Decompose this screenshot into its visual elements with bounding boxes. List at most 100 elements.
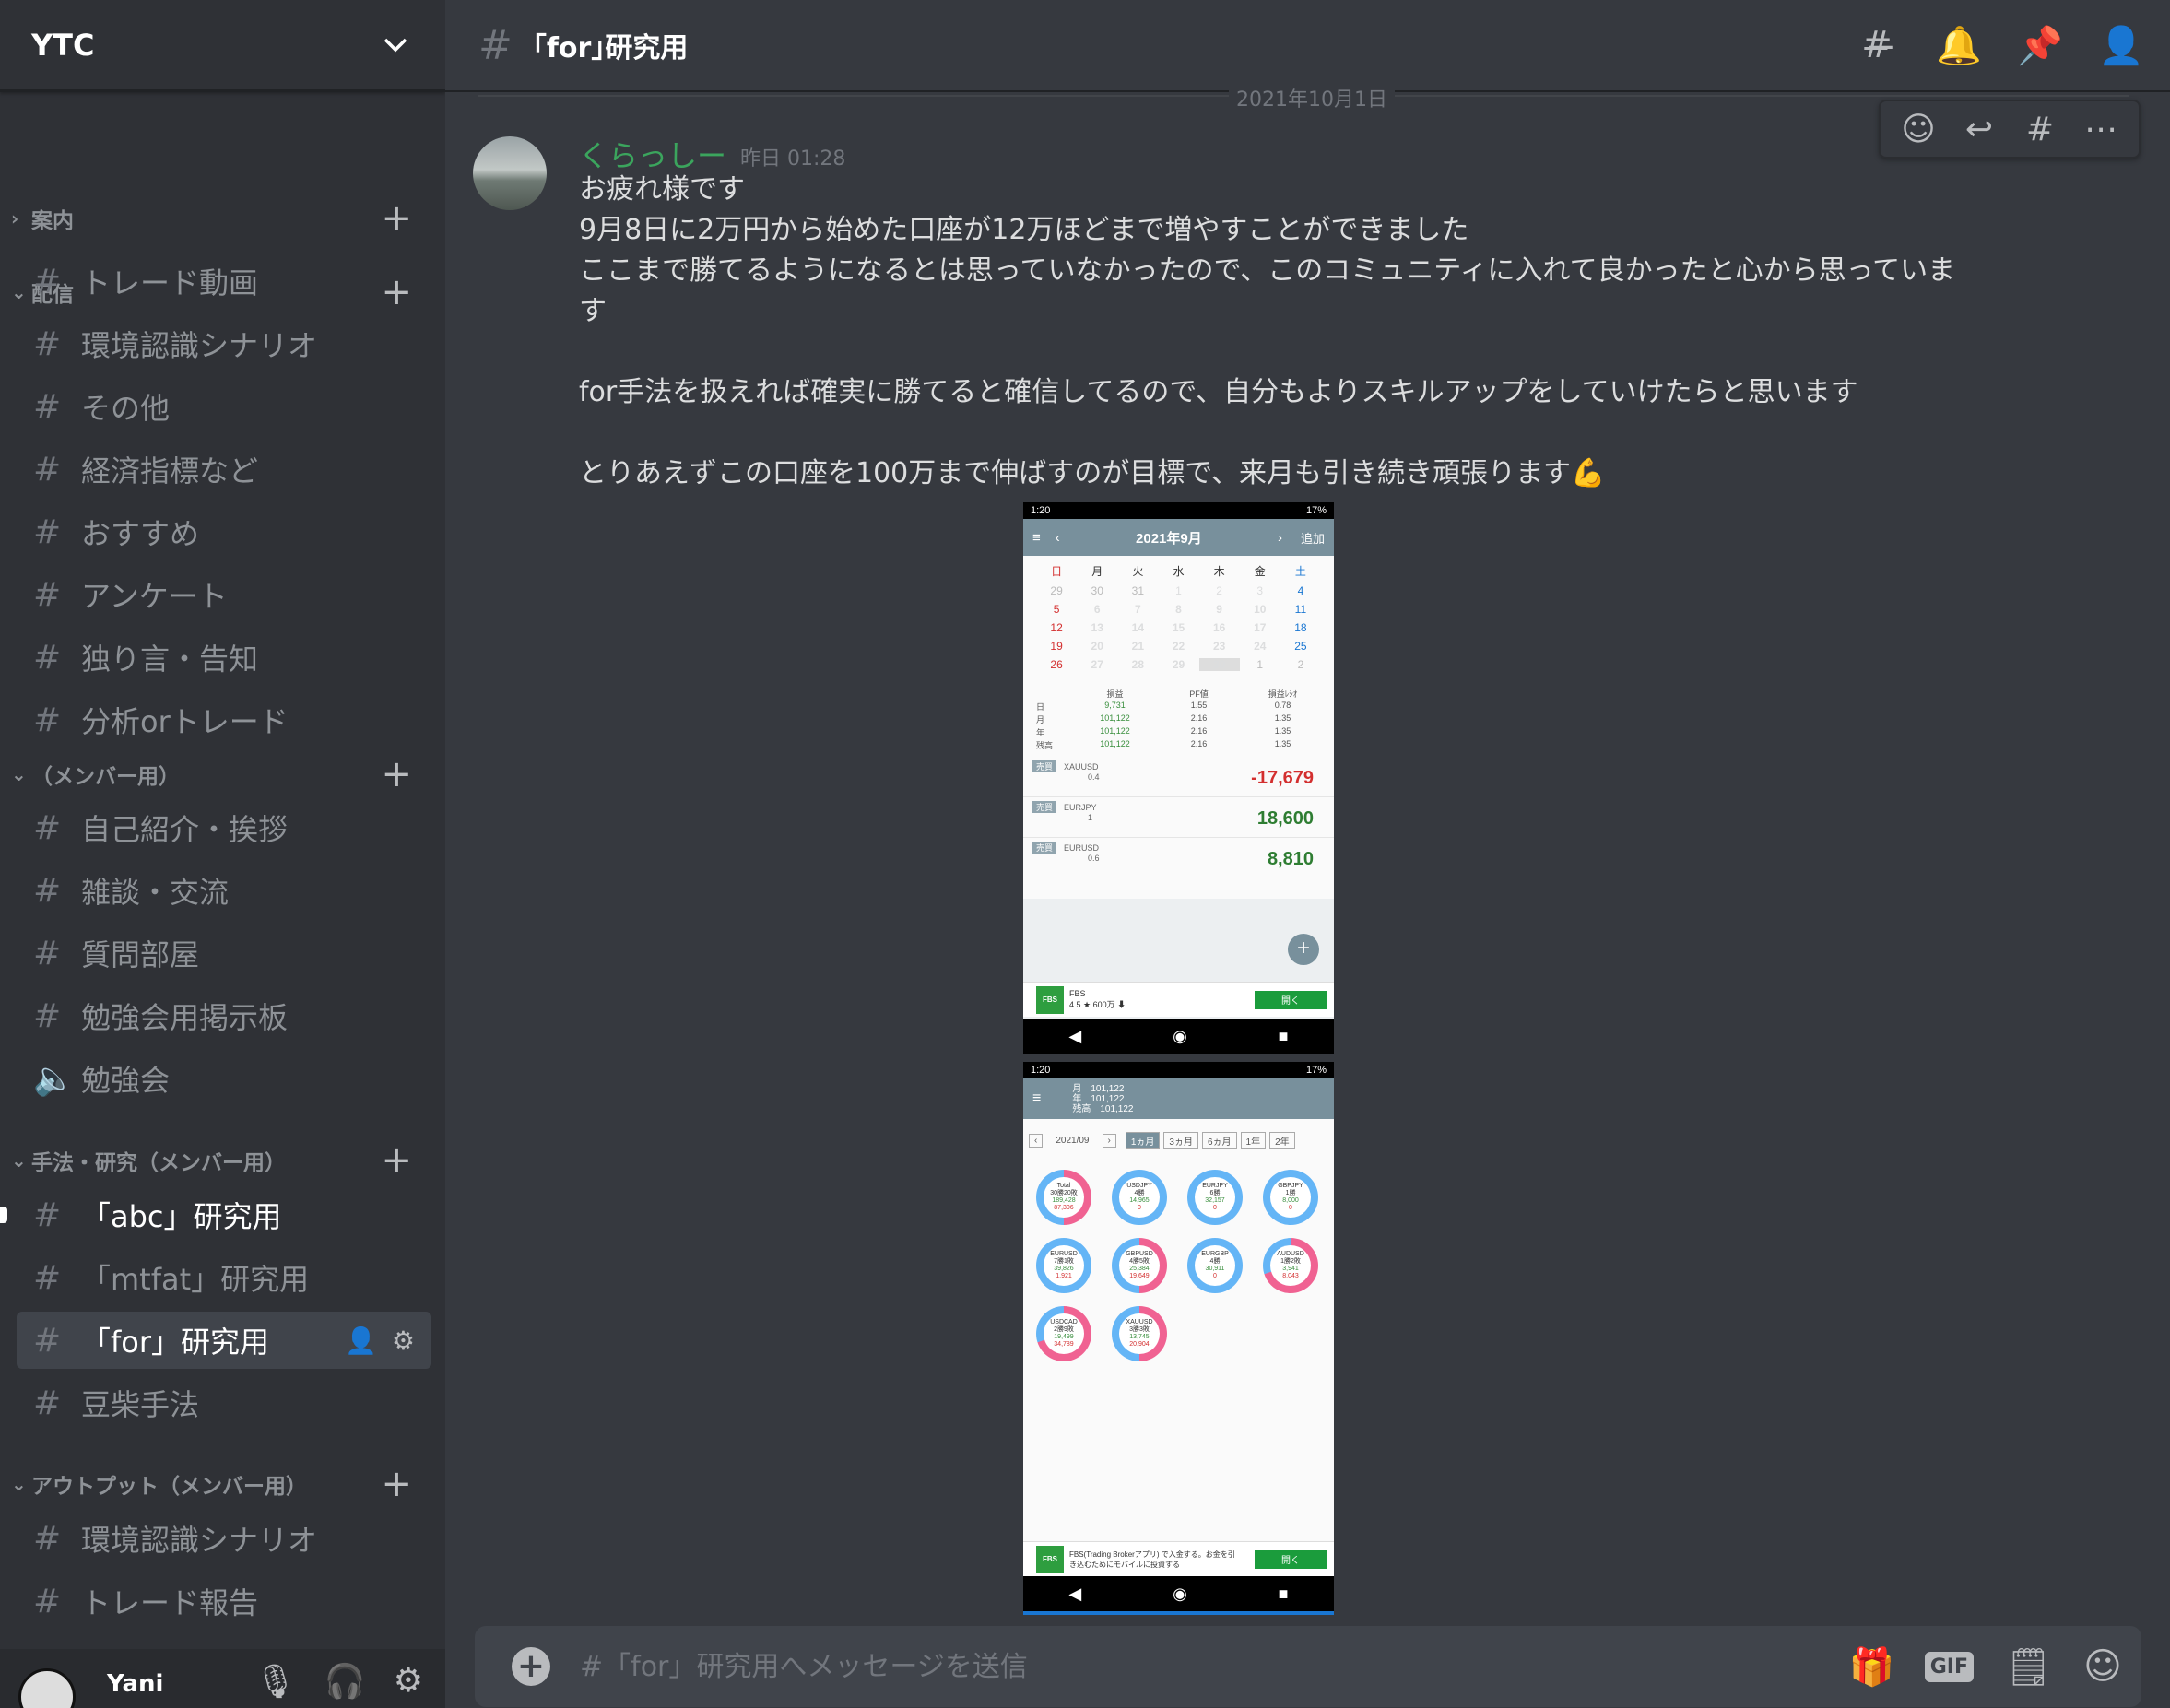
summary-value: 2.16 [1190, 739, 1208, 748]
pair-donut: Total 30勝20敗 189,428 87,306 [1036, 1170, 1091, 1225]
trade-amount: 8,810 [1267, 849, 1314, 869]
emoji-icon[interactable]: ☺ [2081, 1645, 2125, 1688]
donut-grid: Total 30勝20敗 189,428 87,306 USDJPY 4勝 14,965 0 E… [1023, 1149, 1334, 1361]
summary-value: 9,731 [1104, 701, 1126, 710]
trade-qty: 0.4 [1088, 772, 1100, 782]
channel-item[interactable]: # おすすめ [17, 503, 431, 560]
calendar-day: 31 [1131, 584, 1145, 597]
channel-item[interactable]: # 豆柴手法 [17, 1374, 431, 1431]
attachment-image-stats[interactable]: 1:20 17% ≡ 月 101,122 年 101,122 残高 101,12… [1023, 1062, 1334, 1615]
calendar-month: 2021年9月 [1136, 530, 1202, 547]
channel-title: ｢for｣研究用 [532, 32, 689, 65]
reply-icon[interactable]: ↩ [1958, 111, 2000, 148]
donut-loss: 19,649 [1129, 1273, 1150, 1279]
category-shuho[interactable]: ⌄ 手法・研究（メンバー用） + [0, 1137, 445, 1184]
add-fab-icon: + [1288, 934, 1319, 965]
ad-open-button: 開く [1255, 1549, 1327, 1569]
donut-label: USDCAD [1050, 1319, 1078, 1325]
bell-icon[interactable]: 🔔 [1936, 24, 1982, 67]
channel-item[interactable]: # トレード報告 [17, 1573, 431, 1630]
gif-icon[interactable]: GIF [1924, 1651, 1974, 1682]
category-annai[interactable]: › 案内 + [0, 195, 445, 241]
chevron-down-icon[interactable] [377, 27, 414, 64]
channel-item[interactable]: # 「mtfat」研究用 [17, 1249, 431, 1306]
speaker-icon: 🔈 [33, 1060, 75, 1098]
pair-donut: USDJPY 4勝 14,965 0 [1112, 1170, 1167, 1225]
period-tab: 1ヵ月 [1125, 1132, 1161, 1149]
channel-item[interactable]: # 環境認識シナリオ [17, 1510, 431, 1567]
donut-center: GBPJPY 1勝 8,000 0 [1270, 1177, 1311, 1218]
trade-tag: 売買 [1032, 842, 1057, 854]
add-channel-icon[interactable]: + [381, 200, 412, 237]
fbs-logo: FBS [1036, 985, 1064, 1014]
donut-loss: 34,789 [1054, 1341, 1074, 1348]
summary-value: 2.16 [1190, 726, 1208, 736]
trade-row: 売買 EURUSD 0.6 8,810 [1023, 838, 1334, 878]
microphone-icon[interactable]: 🎙 [254, 1662, 297, 1701]
channel-item[interactable]: # 雑談・交流 [17, 862, 431, 919]
channel-name: 環境認識シナリオ [81, 328, 318, 363]
invite-icon[interactable]: 👤 [345, 1325, 377, 1356]
category-output[interactable]: ⌄ アウトプット（メンバー用） + [0, 1461, 445, 1507]
pin-icon[interactable]: 📌 [2017, 24, 2063, 67]
headphones-icon[interactable]: 🎧 [324, 1662, 366, 1701]
weekday-header: 金 [1254, 565, 1266, 578]
more-icon[interactable]: ⋯ [2080, 111, 2122, 148]
calendar-day: 5 [1053, 603, 1060, 616]
channel-item[interactable]: # アンケート [17, 566, 431, 623]
user-panel: Yani 🎙 🎧 ⚙ [0, 1649, 445, 1708]
add-channel-icon[interactable]: + [381, 756, 412, 793]
calendar-day: 13 [1091, 621, 1103, 634]
attachment-image-calendar[interactable]: 1:20 17% ≡ ‹ 2021年9月 › 追加 日月火水木金土 29 30 31 1… [1023, 502, 1334, 1054]
channel-item[interactable]: # 「abc」研究用 [17, 1186, 431, 1243]
channel-name: 豆柴手法 [81, 1387, 200, 1422]
category-member[interactable]: ⌄ （メンバー用） + [0, 751, 445, 797]
upload-plus-icon[interactable]: + [512, 1647, 550, 1686]
calendar-day: 24 [1254, 640, 1267, 653]
threads-icon[interactable]: #̶ [1855, 24, 1899, 67]
channel-item[interactable]: # 質問部屋 [17, 925, 431, 982]
channel-item[interactable]: # 分析orトレード [17, 691, 431, 748]
voice-channel-item[interactable]: 🔈 勉強会 [17, 1050, 431, 1107]
member-list-icon[interactable]: 👤 [2098, 24, 2144, 67]
summary-table: 損益 PF値 損益ﾚｼｵ 日 9,731 1.55 0.78 月 101,122 2.16 1.35… [1023, 671, 1334, 751]
channel-item[interactable]: # 環境認識シナリオ [17, 315, 431, 372]
message-composer: + 🎁 GIF 🗒 ☺ [475, 1626, 2141, 1707]
channel-item-active[interactable]: # 「for」研究用 👤 ⚙ [17, 1312, 431, 1369]
message-input[interactable] [580, 1650, 1849, 1683]
add-channel-icon[interactable]: + [381, 1466, 412, 1502]
gear-icon[interactable]: ⚙ [394, 1662, 423, 1701]
add-channel-icon[interactable]: + [381, 1142, 412, 1179]
summary-header: 損益 [1106, 689, 1124, 699]
gift-icon[interactable]: 🎁 [1849, 1645, 1895, 1689]
summary-label: 年 [1036, 728, 1045, 737]
create-thread-icon[interactable]: # [2019, 111, 2061, 148]
donut-label: XAUUSD [1126, 1319, 1153, 1325]
avatar[interactable] [18, 1668, 76, 1708]
channel-item[interactable]: # 自己紹介・挨拶 [17, 799, 431, 856]
channel-item[interactable]: # トレード動画 [17, 253, 431, 310]
sticker-icon[interactable]: 🗒 [2005, 1645, 2052, 1689]
channel-item[interactable]: # その他 [17, 378, 431, 435]
weekday-header: 日 [1051, 565, 1063, 578]
calendar-day: 21 [1131, 640, 1145, 653]
channel-name: 「abc」研究用 [81, 1199, 282, 1234]
calendar-day: 10 [1254, 603, 1267, 616]
avatar[interactable] [473, 136, 547, 210]
pair-donut: USDCAD 2勝9敗 19,499 34,789 [1036, 1306, 1091, 1361]
server-header[interactable]: YTC [0, 0, 445, 92]
donut-center: USDCAD 2勝9敗 19,499 34,789 [1044, 1313, 1084, 1354]
hash-icon: # [33, 1321, 62, 1360]
period-tab: 6ヵ月 [1201, 1132, 1237, 1149]
add-reaction-icon[interactable]: ☺ [1897, 111, 1940, 148]
gear-icon[interactable]: ⚙ [392, 1325, 415, 1356]
calendar-day: 4 [1297, 584, 1304, 597]
ad-text: FBS(Trading Brokerアプリ) で入金する。お金を引き込むためにモ… [1069, 1549, 1235, 1569]
trade-pair: EURUSD [1064, 843, 1100, 853]
donut-record: 1勝2敗 [1280, 1258, 1301, 1265]
channel-item[interactable]: # 経済指標など [17, 441, 431, 498]
summary-value: 1.35 [1274, 726, 1291, 736]
channel-item[interactable]: # 独り言・告知 [17, 629, 431, 686]
channel-item[interactable]: # 勉強会用掲示板 [17, 987, 431, 1044]
